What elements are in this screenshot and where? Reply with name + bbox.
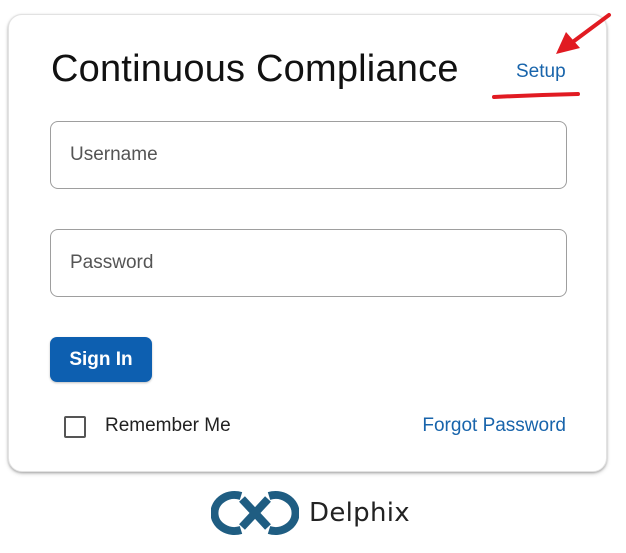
setup-link[interactable]: Setup bbox=[516, 61, 566, 83]
delphix-logo: Delphix bbox=[211, 490, 410, 536]
sign-in-button[interactable]: Sign In bbox=[50, 337, 152, 382]
login-card: Continuous Compliance Setup Sign In Reme… bbox=[8, 14, 607, 472]
delphix-logo-icon bbox=[211, 491, 299, 535]
username-field[interactable] bbox=[50, 121, 567, 189]
brand-name: Delphix bbox=[309, 498, 410, 528]
username-input[interactable] bbox=[51, 122, 566, 188]
remember-me-label: Remember Me bbox=[105, 415, 231, 436]
page-title: Continuous Compliance bbox=[51, 48, 459, 90]
forgot-password-link[interactable]: Forgot Password bbox=[422, 415, 566, 437]
password-input[interactable] bbox=[51, 230, 566, 296]
remember-me-checkbox[interactable] bbox=[64, 416, 86, 438]
password-field[interactable] bbox=[50, 229, 567, 297]
login-page: Continuous Compliance Setup Sign In Reme… bbox=[0, 0, 626, 553]
